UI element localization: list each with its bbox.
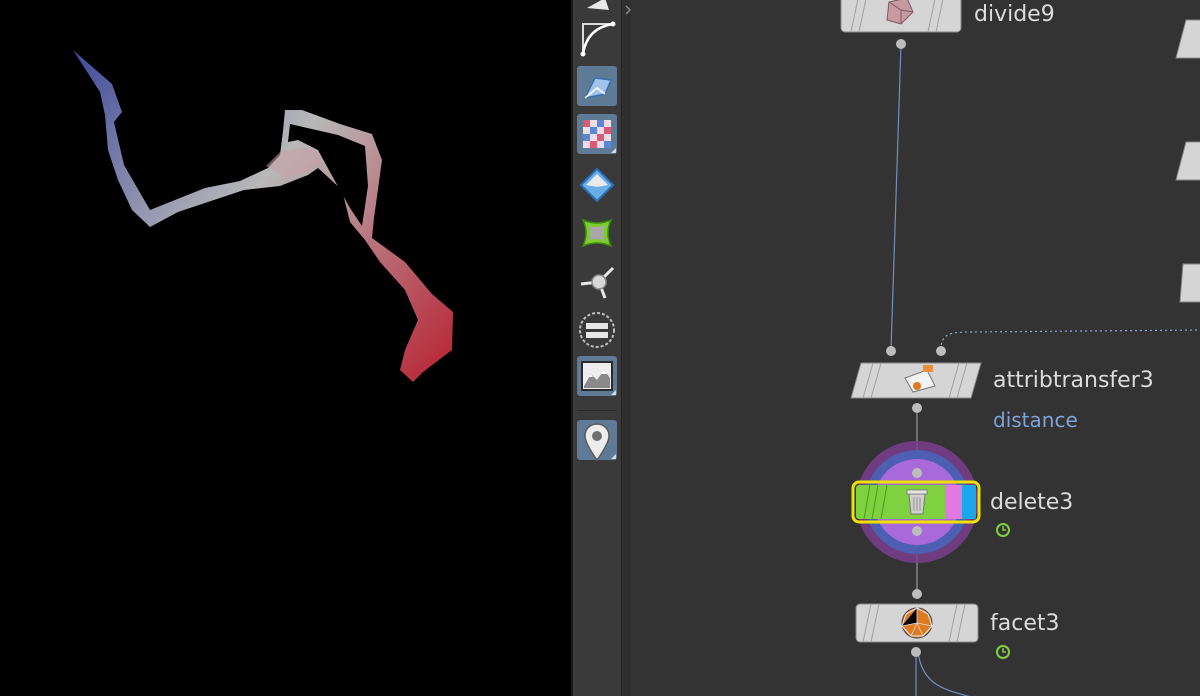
node-facet3[interactable] [855, 589, 979, 657]
ribbon-surface [73, 50, 453, 382]
uv-checker-icon[interactable] [577, 114, 617, 154]
node-wires [840, 0, 1200, 696]
time-dependent-icon [996, 523, 1010, 537]
node-delete3[interactable] [851, 441, 981, 563]
diamond-shape-icon[interactable] [577, 164, 617, 204]
time-dependent-icon [996, 645, 1010, 659]
node-label-facet3: facet3 [990, 611, 1060, 636]
wire-facet3-out-b[interactable] [917, 651, 981, 696]
polygon-draw-icon[interactable] [577, 66, 617, 106]
shelf-separator [577, 410, 617, 411]
node-label-delete3: delete3 [990, 490, 1074, 515]
wire-divide9-attribtransfer3[interactable] [890, 43, 902, 351]
tool-shelf [573, 0, 621, 696]
terrain-image-icon[interactable] [577, 356, 617, 396]
location-pin-icon[interactable] [577, 420, 617, 462]
ribbon-geometry [73, 50, 453, 382]
viewport-3d[interactable] [0, 0, 571, 696]
wire-dotted-input[interactable] [940, 329, 1200, 351]
node-offscreen-2[interactable] [1175, 141, 1200, 181]
node-offscreen-3[interactable] [1179, 263, 1200, 303]
node-divide9[interactable] [840, 0, 962, 49]
curve-tool-icon[interactable] [577, 18, 617, 58]
node-label-attribtransfer3: attribtransfer3 [993, 368, 1154, 393]
green-patch-icon[interactable] [577, 212, 617, 252]
network-editor[interactable]: divide9 attribtransfer3 distance delete3… [631, 0, 1200, 696]
node-comment-attribtransfer3: distance [993, 408, 1078, 432]
transform-handle-icon[interactable] [577, 260, 617, 300]
facet-sphere-icon [901, 607, 933, 639]
node-attribtransfer3[interactable] [850, 346, 982, 413]
equals-circle-icon[interactable] [577, 308, 617, 348]
node-offscreen-1[interactable] [1175, 19, 1200, 59]
node-label-divide9: divide9 [974, 2, 1055, 27]
